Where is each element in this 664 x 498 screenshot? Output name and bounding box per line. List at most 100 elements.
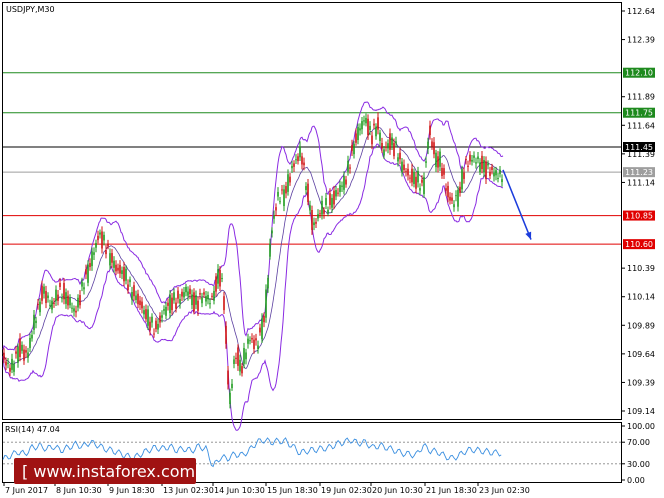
candle-body: [261, 318, 263, 340]
candle-body: [201, 297, 203, 304]
price-tick-label: 110.14: [627, 293, 655, 302]
candle-body: [359, 128, 361, 131]
candle-body: [247, 338, 249, 344]
candle-body: [365, 117, 367, 124]
candle-body: [17, 346, 19, 363]
candle-body: [429, 125, 431, 136]
price-tick-label: 111.89: [627, 93, 655, 102]
price-tick-label: 111.64: [627, 121, 655, 130]
candle-body: [271, 230, 273, 234]
candle-body: [71, 307, 73, 309]
candle-body: [195, 295, 197, 305]
candle-body: [323, 210, 325, 214]
candle-body: [23, 349, 25, 361]
candle-body: [53, 302, 55, 304]
candle-body: [147, 309, 149, 326]
candle-body: [185, 286, 187, 293]
candle-body: [457, 189, 459, 207]
candle-body: [255, 338, 257, 341]
candle-body: [327, 209, 329, 213]
candle-body: [125, 268, 127, 281]
candle-body: [489, 171, 491, 176]
candle-body: [453, 204, 455, 208]
candle-body: [447, 185, 449, 198]
candle-body: [121, 270, 123, 275]
candle-body: [81, 281, 83, 287]
candle-body: [149, 321, 151, 331]
candle-body: [99, 232, 101, 235]
candle-body: [427, 141, 429, 150]
candle-body: [469, 154, 471, 162]
candle-body: [111, 253, 113, 263]
candle-body: [407, 168, 409, 176]
candle-body: [459, 186, 461, 193]
candle-body: [293, 163, 295, 167]
candle-body: [375, 126, 377, 137]
candle-body: [395, 141, 397, 144]
candle-body: [175, 302, 177, 309]
candle-body: [451, 197, 453, 201]
candle-body: [241, 366, 243, 374]
candle-body: [85, 269, 87, 275]
candle-body: [101, 231, 103, 249]
rsi-tick-label: 70.00: [627, 438, 650, 447]
candle-body: [345, 179, 347, 185]
candle-body: [491, 166, 493, 170]
price-tick-label: 109.89: [627, 321, 655, 330]
candle-body: [445, 188, 447, 191]
candle-body: [391, 137, 393, 146]
candle-body: [129, 279, 131, 283]
candle-body: [25, 350, 27, 353]
candle-body: [169, 294, 171, 314]
candle-body: [243, 347, 245, 364]
candle-body: [281, 189, 283, 191]
candle-body: [381, 142, 383, 149]
candle-body: [33, 314, 35, 330]
candle-body: [19, 338, 21, 357]
candle-body: [499, 169, 501, 175]
candle-body: [89, 263, 91, 268]
candle-body: [203, 292, 205, 295]
candle-body: [399, 152, 401, 160]
candle-body: [299, 146, 301, 158]
candle-body: [483, 159, 485, 173]
candle-body: [463, 172, 465, 179]
candle-body: [145, 309, 147, 320]
candle-body: [77, 297, 79, 308]
candle-body: [69, 297, 71, 306]
candle-body: [105, 250, 107, 255]
candle-body: [347, 160, 349, 172]
candle-body: [225, 325, 227, 344]
candle-body: [165, 306, 167, 316]
price-tick-label: 111.39: [627, 150, 655, 159]
candle-body: [289, 176, 291, 183]
candle-body: [259, 327, 261, 333]
candle-body: [405, 171, 407, 173]
candle-body: [245, 352, 247, 360]
candle-body: [55, 289, 57, 301]
candle-body: [213, 290, 215, 301]
candle-body: [307, 183, 309, 202]
candle-body: [377, 117, 379, 130]
candle-body: [435, 152, 437, 168]
candle-body: [353, 143, 355, 155]
candle-body: [325, 198, 327, 206]
candle-body: [291, 165, 293, 169]
candle-body: [481, 155, 483, 170]
candle-body: [39, 301, 41, 313]
candle-body: [277, 191, 279, 197]
candle-body: [107, 243, 109, 247]
candle-body: [135, 295, 137, 301]
candle-body: [249, 340, 251, 342]
candle-body: [301, 156, 303, 165]
candle-body: [415, 176, 417, 189]
candle-body: [103, 234, 105, 241]
candle-body: [269, 243, 271, 257]
time-tick-label: 14 Jun 10:30: [214, 486, 265, 495]
price-tick-label: 112.39: [627, 36, 655, 45]
candle-body: [179, 298, 181, 304]
candle-body: [401, 161, 403, 173]
candle-body: [311, 209, 313, 230]
candle-body: [115, 264, 117, 272]
candle-body: [355, 133, 357, 143]
